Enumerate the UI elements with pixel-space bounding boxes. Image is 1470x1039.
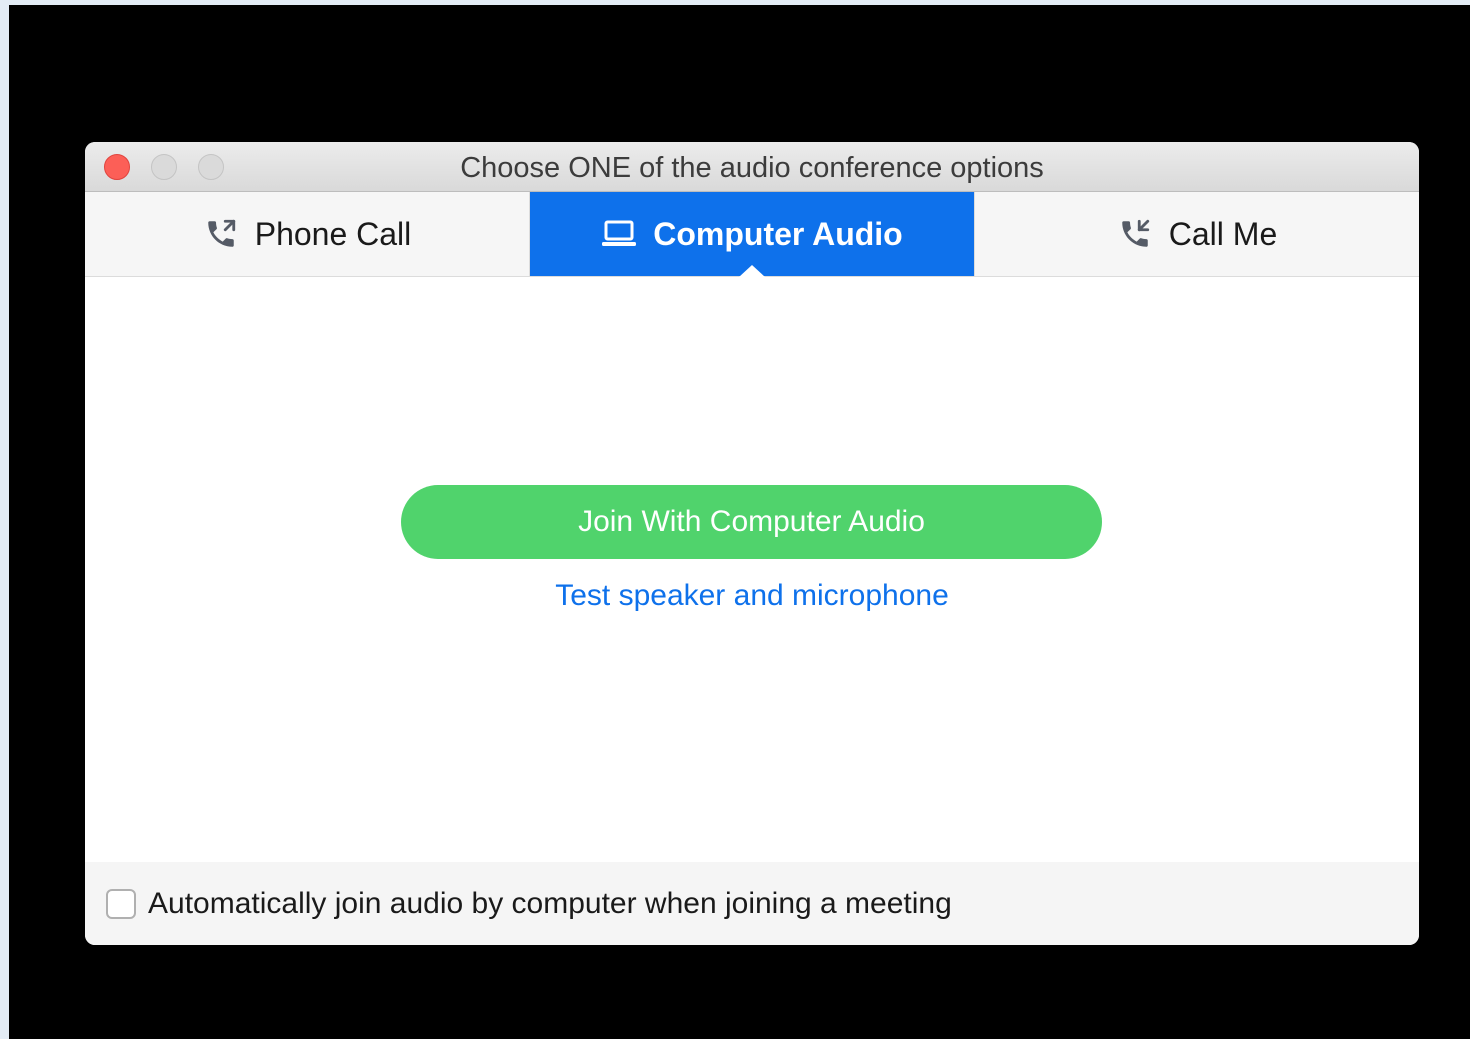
tab-call-me[interactable]: Call Me bbox=[974, 192, 1419, 276]
join-with-computer-audio-button[interactable]: Join With Computer Audio bbox=[401, 485, 1102, 559]
title-bar: Choose ONE of the audio conference optio… bbox=[85, 142, 1419, 192]
tab-phone-call-label: Phone Call bbox=[254, 215, 412, 252]
audio-option-tabs: Phone Call Computer Audio Call Me bbox=[85, 192, 1419, 277]
audio-options-dialog: Choose ONE of the audio conference optio… bbox=[85, 142, 1419, 945]
auto-join-audio-checkbox[interactable] bbox=[106, 888, 136, 919]
tab-phone-call[interactable]: Phone Call bbox=[85, 192, 529, 276]
test-speaker-microphone-link[interactable]: Test speaker and microphone bbox=[85, 579, 1419, 613]
auto-join-audio-label[interactable]: Automatically join audio by computer whe… bbox=[148, 887, 952, 921]
laptop-icon bbox=[601, 216, 637, 252]
phone-incoming-icon bbox=[1117, 216, 1153, 252]
dialog-footer: Automatically join audio by computer whe… bbox=[85, 862, 1419, 945]
window-title: Choose ONE of the audio conference optio… bbox=[460, 152, 1044, 184]
tab-computer-audio[interactable]: Computer Audio bbox=[529, 192, 974, 277]
computer-audio-panel: Join With Computer Audio Test speaker an… bbox=[85, 277, 1419, 862]
phone-outgoing-icon bbox=[203, 216, 239, 252]
tab-call-me-label: Call Me bbox=[1168, 215, 1278, 252]
desktop-backdrop: Choose ONE of the audio conference optio… bbox=[9, 5, 1470, 1039]
tab-computer-audio-label: Computer Audio bbox=[653, 215, 903, 252]
